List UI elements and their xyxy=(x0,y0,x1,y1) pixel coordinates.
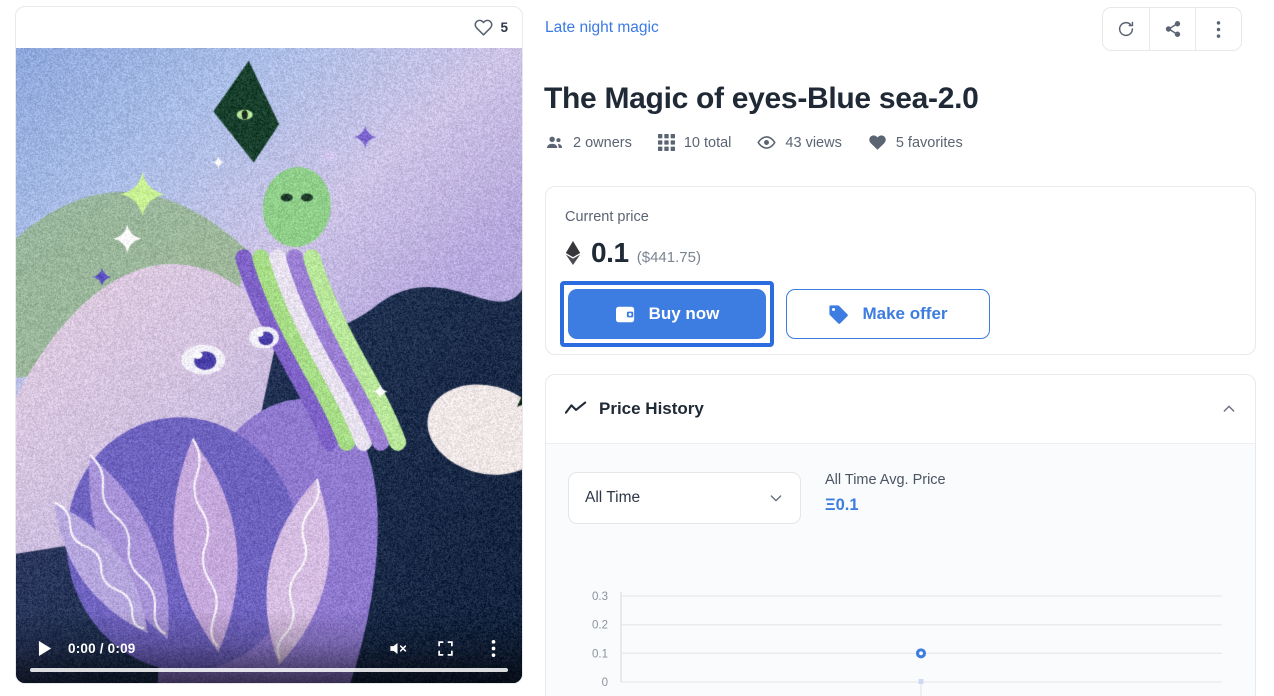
grid-icon xyxy=(658,134,675,151)
tag-icon xyxy=(828,304,849,325)
current-price-value: 0.1 xyxy=(591,237,629,269)
make-offer-button[interactable]: Make offer xyxy=(786,289,990,339)
svg-text:0: 0 xyxy=(602,677,608,689)
video-progress-bar[interactable] xyxy=(30,668,508,672)
asset-details-column: Late night magic The Magic of eyes-Blue … xyxy=(544,0,1258,696)
average-price-block: All Time Avg. Price Ξ0.1 xyxy=(825,472,946,515)
current-price-usd: ($441.75) xyxy=(637,249,701,266)
price-history-header[interactable]: Price History xyxy=(546,375,1255,444)
make-offer-label: Make offer xyxy=(862,304,947,324)
share-icon xyxy=(1164,20,1182,38)
play-icon xyxy=(38,640,53,657)
fullscreen-icon xyxy=(437,640,454,657)
stat-total[interactable]: 10 total xyxy=(658,134,732,151)
asset-stats: 2 owners 10 total 43 views 5 favorites xyxy=(545,133,963,152)
stat-owners-label: 2 owners xyxy=(573,135,632,151)
price-history-card: Price History All Time All Time Avg. Pri… xyxy=(545,374,1256,696)
trending-line-icon xyxy=(565,401,587,417)
current-price-card: Current price 0.1 ($441.75) Buy now Make… xyxy=(545,186,1256,355)
volume-muted-icon xyxy=(387,639,408,658)
favorite-count: 5 xyxy=(500,20,508,35)
more-options-button[interactable] xyxy=(1195,8,1241,50)
nft-asset-page: 5 0:00 / 0:09 Late night magic The Magic… xyxy=(0,0,1274,696)
current-price-row: 0.1 ($441.75) xyxy=(565,237,701,269)
asset-media-viewer[interactable]: 0:00 / 0:09 xyxy=(16,48,522,684)
average-price-label: All Time Avg. Price xyxy=(825,472,946,488)
heart-outline-icon xyxy=(474,18,493,37)
stat-total-label: 10 total xyxy=(684,135,732,151)
video-controls: 0:00 / 0:09 xyxy=(16,610,522,684)
price-history-body: All Time All Time Avg. Price Ξ0.1 0.3 0.2… xyxy=(546,444,1255,696)
fullscreen-button[interactable] xyxy=(430,633,460,663)
price-history-chart[interactable]: 0.30.20.108/19 xyxy=(546,562,1256,696)
buy-now-focus-ring: Buy now xyxy=(560,281,774,347)
favorite-toggle[interactable]: 5 xyxy=(474,18,508,37)
collection-link[interactable]: Late night magic xyxy=(545,19,659,37)
svg-text:0.2: 0.2 xyxy=(592,620,608,632)
heart-filled-icon xyxy=(868,133,887,152)
asset-artwork xyxy=(16,48,522,684)
video-more-options-button[interactable] xyxy=(478,633,508,663)
more-vertical-icon xyxy=(1216,20,1221,39)
price-actions: Buy now Make offer xyxy=(560,281,990,347)
eye-icon xyxy=(757,133,776,152)
refresh-icon xyxy=(1117,20,1135,38)
page-title: The Magic of eyes-Blue sea-2.0 xyxy=(544,82,979,116)
wallet-icon xyxy=(615,305,636,324)
svg-text:0.1: 0.1 xyxy=(592,648,608,660)
stat-views-label: 43 views xyxy=(785,135,841,151)
asset-media-card: 5 0:00 / 0:09 xyxy=(15,6,523,684)
price-history-title: Price History xyxy=(599,399,704,419)
more-vertical-icon xyxy=(491,639,496,658)
average-price-value: Ξ0.1 xyxy=(825,496,946,515)
people-icon xyxy=(545,133,564,152)
stat-views: 43 views xyxy=(757,133,841,152)
buy-now-button[interactable]: Buy now xyxy=(568,289,766,339)
stat-favorites: 5 favorites xyxy=(868,133,963,152)
chevron-up-icon[interactable] xyxy=(1221,401,1237,417)
svg-text:0.3: 0.3 xyxy=(592,591,608,603)
refresh-metadata-button[interactable] xyxy=(1103,8,1149,50)
media-card-header: 5 xyxy=(16,7,522,48)
asset-action-buttons xyxy=(1102,7,1242,51)
current-price-label: Current price xyxy=(565,209,649,225)
ethereum-icon xyxy=(565,241,583,265)
chevron-down-icon xyxy=(768,490,784,506)
share-button[interactable] xyxy=(1149,8,1195,50)
stat-favorites-label: 5 favorites xyxy=(896,135,963,151)
time-range-select[interactable]: All Time xyxy=(568,472,801,524)
mute-button[interactable] xyxy=(382,633,412,663)
stat-owners[interactable]: 2 owners xyxy=(545,133,632,152)
time-range-value: All Time xyxy=(585,489,640,507)
buy-now-label: Buy now xyxy=(649,304,720,324)
video-time-display: 0:00 / 0:09 xyxy=(68,641,136,656)
play-button[interactable] xyxy=(30,633,60,663)
